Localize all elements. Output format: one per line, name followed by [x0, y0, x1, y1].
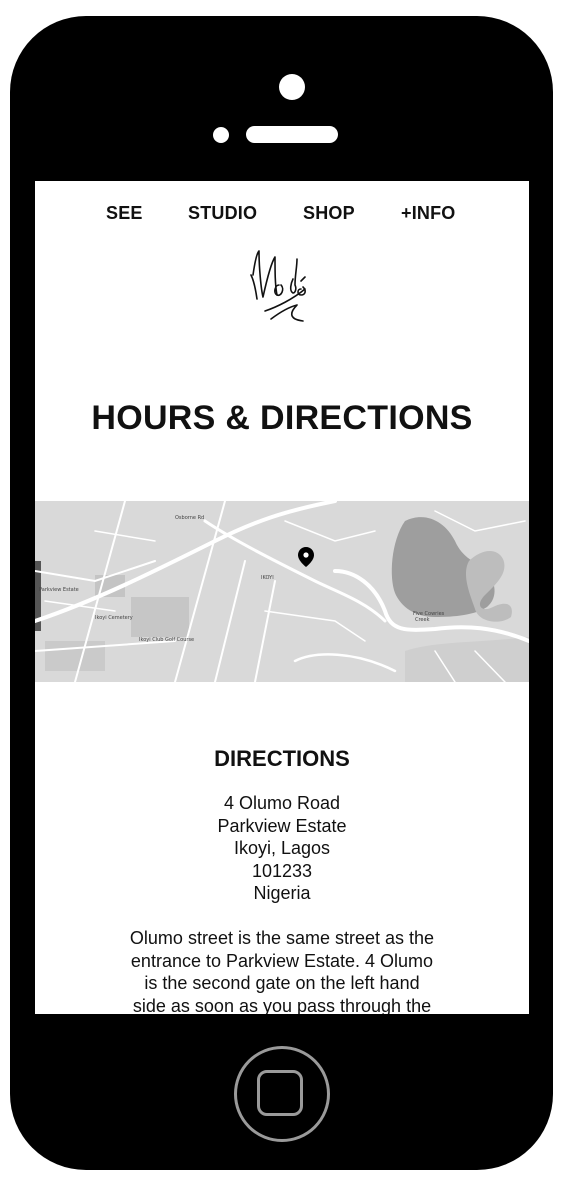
address-line-street: 4 Olumo Road: [223, 793, 341, 813]
directions-heading: DIRECTIONS: [214, 746, 350, 771]
nav-studio[interactable]: STUDIO: [188, 203, 257, 224]
map-area-label: IKOYI: [261, 575, 274, 581]
home-button-icon: [257, 1070, 303, 1116]
svg-text:Creek: Creek: [415, 617, 430, 623]
top-nav: SEE STUDIO SHOP +INFO: [35, 203, 529, 227]
earpiece-speaker: [246, 126, 338, 143]
svg-text:Ikoyi Club Golf Course: Ikoyi Club Golf Course: [139, 637, 194, 643]
address-line-country: Nigeria: [253, 883, 311, 903]
page-title: HOURS & DIRECTIONS: [91, 399, 473, 437]
svg-text:Ikoyi Cemetery: Ikoyi Cemetery: [95, 615, 133, 621]
svg-text:Osborne Rd: Osborne Rd: [175, 515, 204, 521]
address-line-city: Ikoyi, Lagos: [233, 838, 331, 858]
address-line-estate: Parkview Estate: [217, 815, 347, 836]
signature-logo[interactable]: [245, 249, 315, 331]
front-camera: [279, 74, 305, 100]
proximity-sensor: [213, 127, 229, 143]
nav-see[interactable]: SEE: [106, 203, 143, 224]
address-block: 4 Olumo Road Parkview Estate Ikoyi, Lago…: [35, 792, 529, 905]
phone-screen: SEE STUDIO SHOP +INFO HOURS & DIRECTIONS: [35, 181, 529, 1014]
location-map[interactable]: IKOYI Ikoyi Cemetery Ikoyi Club Golf Cou…: [35, 501, 529, 682]
address-line-postcode: 101233: [251, 860, 313, 881]
nav-info[interactable]: +INFO: [401, 203, 456, 224]
nav-shop[interactable]: SHOP: [303, 203, 355, 224]
directions-description: Olumo street is the same street as the e…: [129, 928, 435, 1014]
svg-text:Parkview Estate: Parkview Estate: [39, 587, 79, 593]
